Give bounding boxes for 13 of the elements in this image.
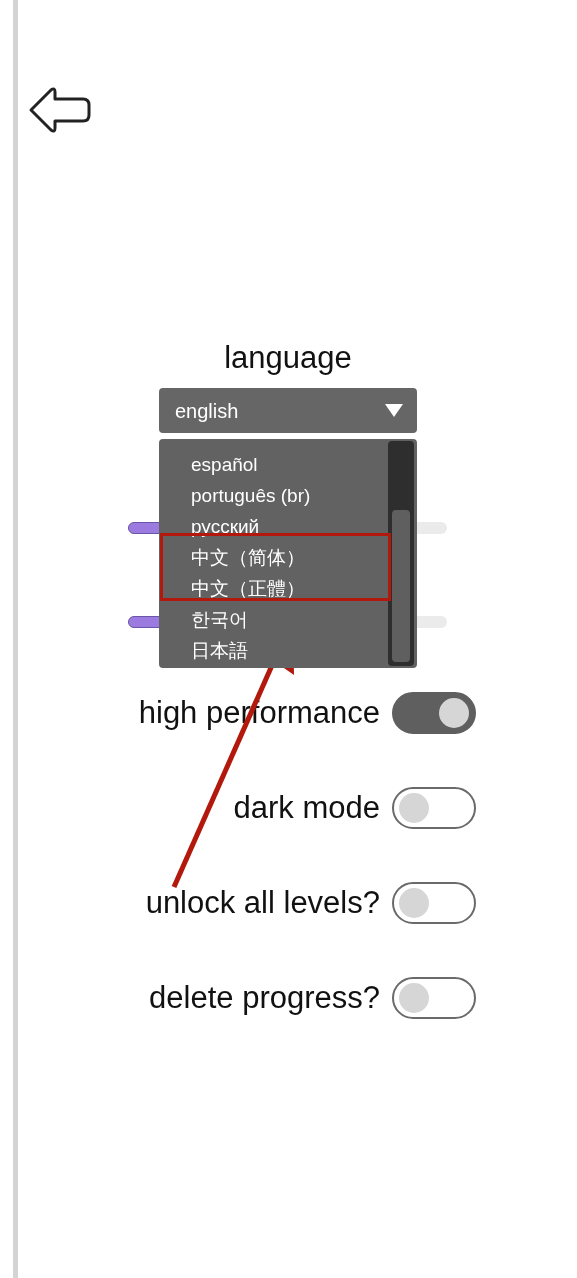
language-option[interactable]: português (br) xyxy=(191,480,388,511)
toggle-label: dark mode xyxy=(233,789,380,827)
language-option[interactable]: 中文（正體） xyxy=(191,573,388,604)
toggle-label: unlock all levels? xyxy=(145,884,380,922)
section-title: language xyxy=(223,339,353,377)
toggle-label: delete progress? xyxy=(149,979,380,1017)
language-option[interactable]: 한국어 xyxy=(191,604,388,635)
language-option[interactable]: русский xyxy=(191,511,388,542)
language-option[interactable]: 中文（简体） xyxy=(191,542,388,573)
language-option[interactable]: español xyxy=(191,449,388,480)
language-dropdown[interactable]: english xyxy=(159,388,417,433)
dropdown-value: english xyxy=(175,398,239,424)
language-option[interactable]: 日本語 xyxy=(191,635,388,666)
